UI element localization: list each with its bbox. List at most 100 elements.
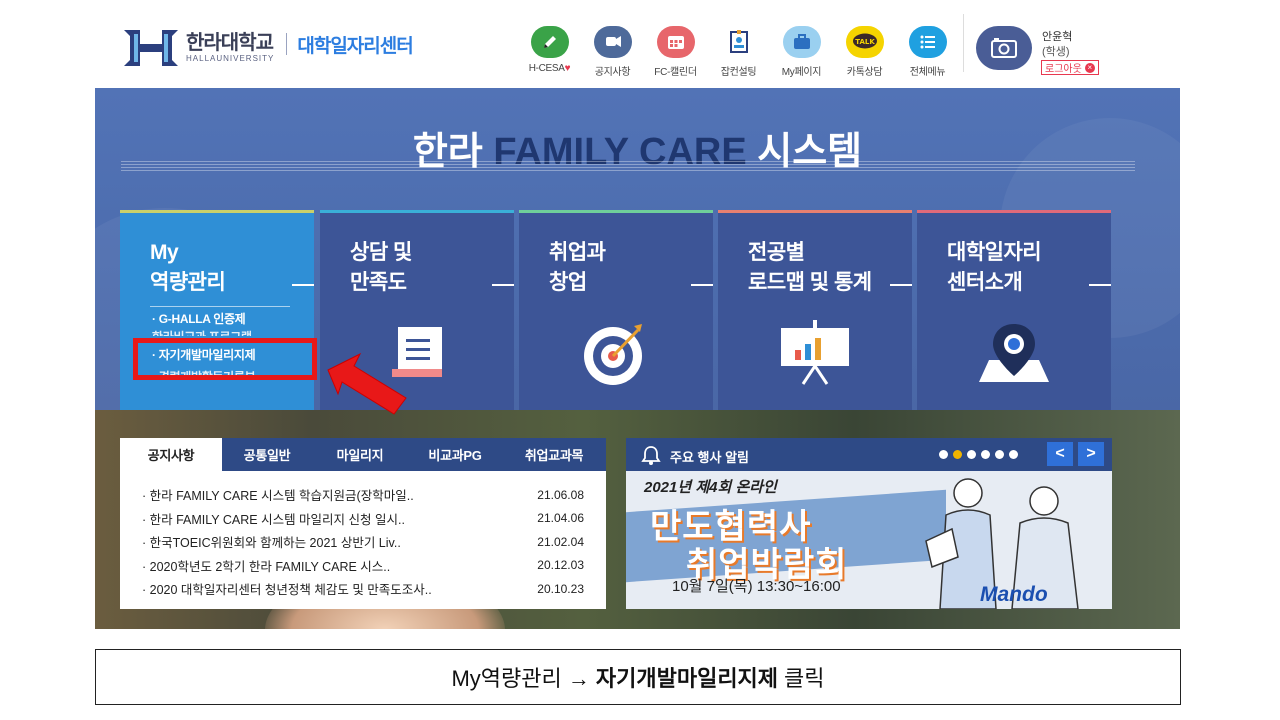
events-panel: 주요 행사 알림 < > 2021년 제4회 온라인 만도협력사 취업박람회 1… (626, 438, 1112, 609)
events-title: 주요 행사 알림 (670, 450, 749, 465)
card-top-bar (519, 210, 713, 213)
menu-card-employment[interactable]: 취업과 창업 (519, 210, 713, 410)
chart-board-icon (718, 318, 912, 388)
quick-link-fc-calendar[interactable]: FC-캘린더 (644, 26, 707, 78)
header-divider (963, 14, 964, 72)
carousel-dot[interactable] (967, 450, 976, 459)
menu-card-title: 취업과 창업 (549, 241, 606, 294)
quick-link-notice[interactable]: 공지사항 (581, 26, 644, 78)
logo-divider (286, 33, 288, 55)
carousel-prev-button[interactable]: < (1047, 442, 1073, 466)
caption-bold: 자기개발마일리지제 (595, 666, 779, 691)
event-banner[interactable]: 2021년 제4회 온라인 만도협력사 취업박람회 10월 7일(목) 13:3… (626, 471, 1112, 609)
briefcase-icon (782, 26, 821, 58)
card-top-bar (917, 210, 1111, 213)
halla-h-logo-icon (120, 26, 182, 70)
menu-list-icon (908, 26, 947, 58)
submenu-g-halla[interactable]: · G-HALLA 인증제 (152, 310, 246, 327)
logout-label: 로그아웃 (1045, 64, 1082, 75)
notice-date: 21.04.06 (537, 511, 584, 526)
list-item[interactable]: · 2020 대학일자리센터 청년정책 체감도 및 만족도조사.. 20.10.2… (142, 577, 584, 601)
quick-link-h-cesa[interactable]: H-CESA♥ (518, 26, 581, 78)
card-dash (292, 284, 314, 286)
close-icon: × (1084, 62, 1095, 73)
site-header: 한라대학교 HALLAUNIVERSITY 대학일자리센터 H-CESA♥ 공지… (0, 0, 1280, 88)
tab-extracurricular-pg[interactable]: 비교과PG (408, 438, 502, 471)
card-top-bar (320, 210, 514, 213)
highlight-box (133, 338, 317, 380)
submenu-halla-extracurricular[interactable]: 한라비교과 프로그램 (152, 328, 252, 336)
carousel-dot[interactable] (981, 450, 990, 459)
notice-list: · 한라 FAMILY CARE 시스템 학습지원금(장학마일.. 21.06.0… (142, 483, 584, 601)
kakaotalk-icon: TALK (845, 26, 884, 58)
user-avatar-camera-icon[interactable] (976, 26, 1032, 70)
carousel-dots (939, 450, 1023, 459)
events-header: 주요 행사 알림 < > (626, 438, 1112, 471)
notice-title: · 2020학년도 2학기 한라 FAMILY CARE 시스.. (142, 559, 391, 574)
card-dash (691, 284, 713, 286)
carousel-dot-active[interactable] (953, 450, 962, 459)
menu-card-center-intro[interactable]: 대학일자리 센터소개 (917, 210, 1111, 410)
menu-card-major-roadmap[interactable]: 전공별 로드맵 및 통계 (718, 210, 912, 410)
quick-link-label: FC-캘린더 (654, 67, 697, 78)
quick-link-label: 잡컨설팅 (720, 67, 757, 78)
target-icon (519, 318, 713, 388)
notice-title: · 한라 FAMILY CARE 시스템 마일리지 신청 일시.. (142, 512, 405, 527)
notice-date: 21.02.04 (537, 534, 584, 549)
quick-link-label: My페이지 (781, 67, 822, 78)
logo-text-group: 한라대학교 HALLAUNIVERSITY (186, 32, 274, 64)
card-dash (492, 284, 514, 286)
quick-link-all-menu[interactable]: 전체메뉴 (896, 26, 959, 78)
menu-card-title: 상담 및 만족도 (350, 241, 412, 294)
submenu-divider (150, 306, 290, 307)
menu-card-title: 전공별 로드맵 및 통계 (748, 241, 872, 294)
notice-title: · 한국TOEIC위원회와 함께하는 2021 상반기 Liv.. (142, 536, 401, 551)
carousel-dot[interactable] (1009, 450, 1018, 459)
svg-text:TALK: TALK (855, 38, 875, 46)
user-name: 안윤혁 (1042, 31, 1073, 43)
caption-prefix: My역량관리 → (451, 666, 590, 691)
banner-edition: 2021년 제4회 온라인 (644, 479, 777, 496)
carousel-next-button[interactable]: > (1078, 442, 1104, 466)
notice-title: · 한라 FAMILY CARE 시스템 학습지원금(장학마일.. (142, 489, 414, 504)
quick-link-label: 전체메뉴 (909, 67, 946, 78)
id-badge-icon (719, 26, 758, 58)
quick-link-label: 카톡상담 (846, 67, 883, 78)
notice-panel: 공지사항 공통일반 마일리지 비교과PG 취업교과목 · 한라 FAMILY C… (120, 438, 606, 609)
location-pin-icon (917, 318, 1111, 388)
carousel-dot[interactable] (939, 450, 948, 459)
list-item[interactable]: · 2020학년도 2학기 한라 FAMILY CARE 시스.. 20.12.0… (142, 554, 584, 578)
logout-button[interactable]: 로그아웃 × (1041, 60, 1099, 75)
list-item[interactable]: · 한라 FAMILY CARE 시스템 학습지원금(장학마일.. 21.06.0… (142, 483, 584, 507)
bell-icon (640, 444, 662, 466)
quick-link-kakaotalk[interactable]: TALK 카톡상담 (833, 26, 896, 78)
megaphone-icon (593, 26, 632, 58)
notice-date: 20.12.03 (537, 558, 584, 573)
quick-link-my-page[interactable]: My페이지 (770, 26, 833, 78)
hero-title-underline (121, 161, 1135, 171)
screenshot-stage: 한라대학교 HALLAUNIVERSITY 대학일자리센터 H-CESA♥ 공지… (0, 0, 1280, 720)
instruction-caption: My역량관리 → 자기개발마일리지제 클릭 (95, 649, 1181, 705)
heart-icon: ♥ (564, 63, 571, 74)
list-item[interactable]: · 한라 FAMILY CARE 시스템 마일리지 신청 일시.. 21.04.0… (142, 507, 584, 531)
quick-link-label: H-CESA (528, 63, 565, 74)
tab-mileage[interactable]: 마일리지 (312, 438, 408, 471)
menu-card-my-competency[interactable]: My 역량관리 · G-HALLA 인증제 한라비교과 프로그램 · 자기개발마… (120, 210, 314, 410)
list-item[interactable]: · 한국TOEIC위원회와 함께하는 2021 상반기 Liv.. 21.02.0… (142, 530, 584, 554)
mando-logo: Mando (980, 583, 1048, 606)
university-name: 한라대학교 (186, 32, 274, 54)
tab-notice[interactable]: 공지사항 (120, 438, 222, 471)
center-name: 대학일자리센터 (297, 35, 413, 57)
carousel-dot[interactable] (995, 450, 1004, 459)
notice-date: 21.06.08 (537, 487, 584, 502)
tab-general[interactable]: 공통일반 (222, 438, 312, 471)
tab-employment-courses[interactable]: 취업교과목 (502, 438, 606, 471)
arrow-icon (318, 348, 418, 428)
quick-link-label: 공지사항 (594, 67, 631, 78)
quick-link-job-consulting[interactable]: 잡컨설팅 (707, 26, 770, 78)
quick-menu: H-CESA♥ 공지사항 FC-캘린더 잡컨설팅 My페이지 TALK 카톡상담… (518, 26, 959, 78)
notice-date: 20.10.23 (537, 581, 584, 596)
user-role: (학생) (1042, 46, 1070, 58)
caption-suffix: 클릭 (784, 666, 825, 691)
university-logo[interactable]: 한라대학교 HALLAUNIVERSITY 대학일자리센터 (120, 26, 414, 70)
